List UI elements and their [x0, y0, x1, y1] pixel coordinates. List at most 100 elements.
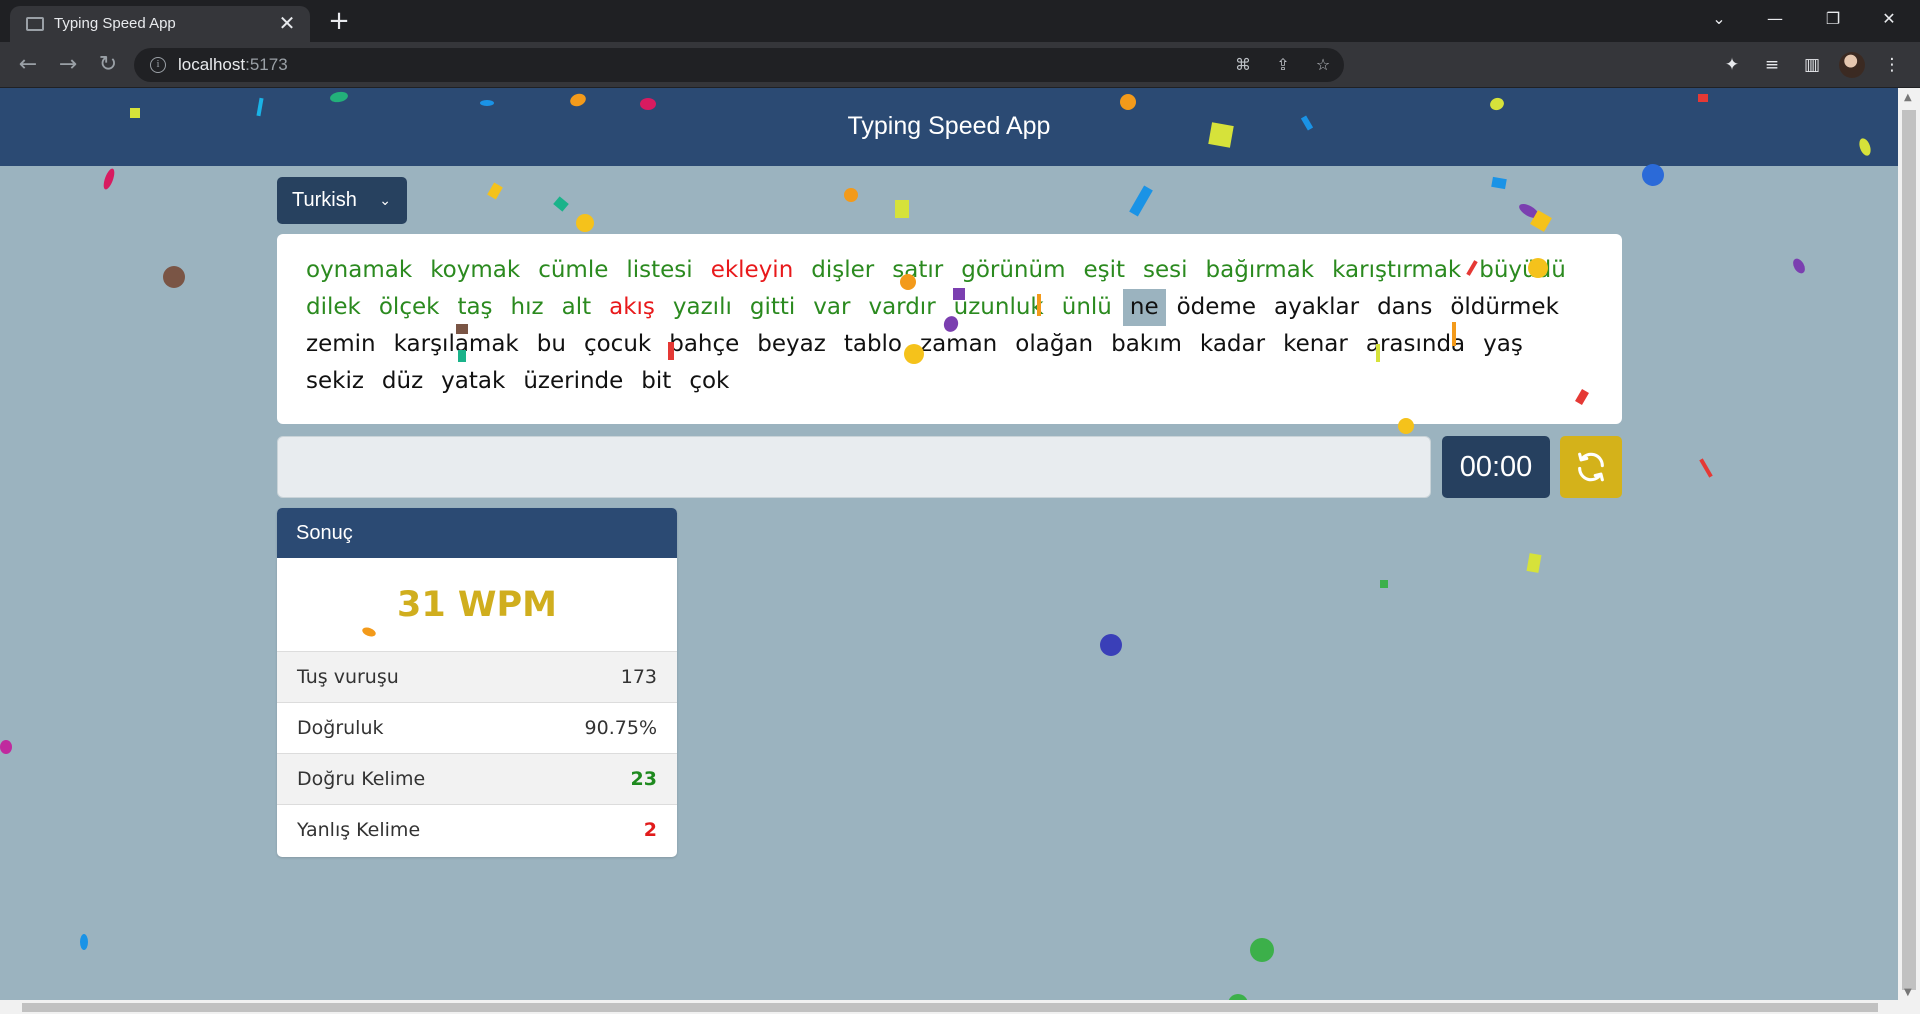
share-icon[interactable]: ⇪ — [1272, 55, 1294, 77]
restore-icon[interactable]: ❐ — [1810, 0, 1856, 38]
close-tab-icon[interactable]: ✕ — [276, 12, 298, 34]
favicon-icon — [26, 17, 44, 31]
app-page: Typing Speed App Turkish ⌄ oynamak koymak… — [0, 88, 1898, 1000]
new-tab-icon[interactable]: + — [324, 6, 354, 36]
word: sesi — [1143, 257, 1188, 283]
word: ayaklar — [1274, 294, 1360, 320]
side-panel-icon[interactable]: ▥ — [1800, 53, 1824, 77]
word: uzunluk — [953, 294, 1044, 320]
site-info-icon[interactable]: i — [150, 57, 166, 73]
result-row-wrong-words: Yanlış Kelime 2 — [277, 805, 677, 856]
confetti-piece — [1642, 164, 1664, 186]
word: bahçe — [669, 331, 740, 357]
close-window-icon[interactable]: ✕ — [1866, 0, 1912, 38]
confetti-piece — [1491, 176, 1507, 190]
extensions-icon[interactable]: ✦ — [1720, 53, 1744, 77]
profile-avatar[interactable] — [1839, 52, 1865, 78]
word: listesi — [626, 257, 693, 283]
word: karşılamak — [393, 331, 519, 357]
word: ölçek — [378, 294, 440, 320]
back-icon[interactable]: ← — [14, 51, 42, 79]
bookmark-star-icon[interactable]: ☆ — [1312, 55, 1334, 77]
word: tablo — [843, 331, 903, 357]
word: ödeme — [1176, 294, 1256, 320]
word: bağırmak — [1205, 257, 1315, 283]
minimize-icon[interactable]: — — [1752, 0, 1798, 38]
word: sekiz — [306, 368, 364, 394]
result-label: Doğru Kelime — [297, 768, 426, 790]
word: eşit — [1083, 257, 1126, 283]
scroll-thumb[interactable] — [1902, 110, 1916, 990]
word: görünüm — [961, 257, 1066, 283]
word: alt — [561, 294, 592, 320]
word: taş — [457, 294, 493, 320]
forward-icon[interactable]: → — [54, 51, 82, 79]
current-word: ne — [1122, 289, 1166, 326]
confetti-piece — [576, 214, 594, 232]
confetti-piece — [1530, 210, 1552, 232]
word: ünlü — [1061, 294, 1112, 320]
result-value: 2 — [643, 819, 657, 841]
translate-icon[interactable]: ⌘ — [1232, 55, 1254, 77]
word: bit — [641, 368, 672, 394]
word-list: oynamak koymak cümle listesi ekleyin dişler sa… — [277, 234, 1622, 424]
word: koymak — [430, 257, 521, 283]
reset-button[interactable] — [1560, 436, 1622, 498]
word: beyaz — [757, 331, 826, 357]
word: akış — [609, 294, 655, 320]
browser-toolbar: ← → ↻ i localhost:5173 ⌘ ⇪ ☆ ✦ ≡ ▥ ⋮ — [0, 42, 1920, 88]
confetti-piece — [163, 266, 185, 288]
menu-icon[interactable]: ⋮ — [1880, 53, 1904, 77]
word: ekleyin — [710, 257, 794, 283]
confetti-piece — [844, 188, 858, 202]
word: yatak — [441, 368, 506, 394]
result-label: Doğruluk — [297, 717, 384, 739]
confetti-piece — [895, 200, 909, 218]
typing-input[interactable] — [277, 436, 1431, 498]
word: kadar — [1199, 331, 1266, 357]
word: satır — [892, 257, 944, 283]
result-value: 23 — [630, 768, 657, 790]
address-bar[interactable]: i localhost:5173 ⌘ ⇪ ☆ — [134, 48, 1344, 82]
confetti-piece — [1250, 938, 1274, 962]
word: vardır — [868, 294, 936, 320]
media-icon[interactable]: ≡ — [1760, 53, 1784, 77]
confetti-piece — [1526, 553, 1542, 573]
confetti-piece — [101, 167, 117, 191]
url-text[interactable]: localhost:5173 — [178, 55, 288, 75]
confetti-piece — [553, 196, 569, 212]
confetti-piece — [0, 740, 12, 754]
result-title: Sonuç — [277, 508, 677, 558]
word: var — [813, 294, 851, 320]
reload-icon[interactable]: ↻ — [94, 51, 122, 79]
word: cümle — [538, 257, 609, 283]
browser-tab[interactable]: Typing Speed App ✕ — [10, 6, 310, 42]
result-value: 173 — [620, 666, 657, 688]
word: çocuk — [583, 331, 652, 357]
language-dropdown[interactable]: Turkish ⌄ — [277, 177, 407, 224]
confetti-piece — [1100, 634, 1122, 656]
word: dans — [1377, 294, 1433, 320]
chevron-down-icon: ⌄ — [379, 192, 391, 208]
word: dilek — [306, 294, 361, 320]
confetti-piece — [1790, 256, 1808, 276]
confetti-piece — [487, 182, 503, 200]
confetti-piece — [1129, 185, 1153, 217]
word: bakım — [1111, 331, 1182, 357]
word: yazılı — [672, 294, 732, 320]
word: gitti — [749, 294, 796, 320]
vertical-scrollbar[interactable]: ▲ ▼ — [1898, 88, 1920, 1000]
app-title: Typing Speed App — [847, 112, 1051, 140]
word: düz — [381, 368, 424, 394]
word: öldürmek — [1450, 294, 1559, 320]
horizontal-scrollbar[interactable] — [0, 1000, 1920, 1014]
refresh-icon — [1578, 452, 1604, 482]
result-row-correct-words: Doğru Kelime 23 — [277, 754, 677, 805]
result-row-accuracy: Doğruluk 90.75% — [277, 703, 677, 754]
tab-search-icon[interactable]: ⌄ — [1696, 0, 1742, 38]
scroll-thumb[interactable] — [22, 1003, 1878, 1012]
word: arasında — [1365, 331, 1466, 357]
result-label: Tuş vuruşu — [297, 666, 399, 688]
confetti-piece — [1516, 201, 1542, 221]
word: hız — [510, 294, 544, 320]
